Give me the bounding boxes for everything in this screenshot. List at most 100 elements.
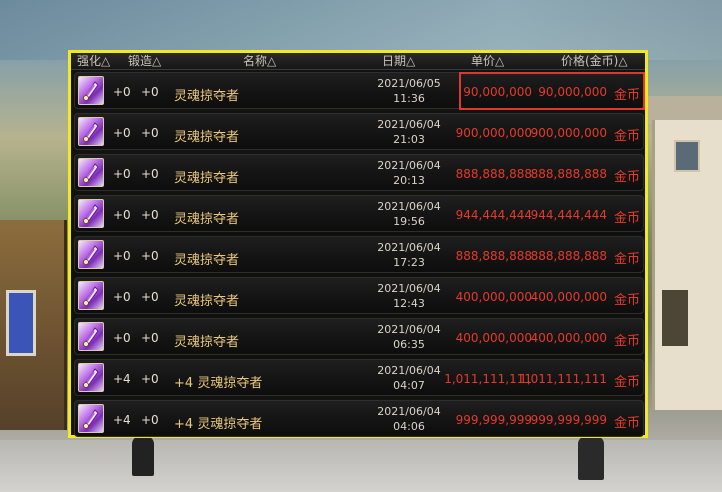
soul-crystal-icon[interactable] [78, 363, 104, 392]
forge-level: +0 [141, 208, 159, 222]
total-price: 400,000,000 [530, 331, 607, 345]
unit-price: 944,444,444 [455, 208, 532, 222]
enhance-level: +0 [113, 290, 131, 304]
trade-time: 04:06 [393, 420, 425, 433]
trade-datetime: 2021/06/04 17:23 [363, 240, 455, 270]
trade-row[interactable]: +4 +0 +4 灵魂掠夺者 2021/06/04 04:06 999,999,999 99… [74, 400, 644, 437]
trade-time: 17:23 [393, 256, 425, 269]
trade-row[interactable]: +0 +0 灵魂掠夺者 2021/06/04 06:35 400,000,000 400,0… [74, 318, 644, 355]
soul-crystal-icon[interactable] [78, 158, 104, 187]
trade-date: 2021/06/04 [377, 200, 441, 213]
trade-time: 06:35 [393, 338, 425, 351]
trade-date: 2021/06/04 [377, 405, 441, 418]
item-name-text: 灵魂掠夺者 [174, 335, 240, 350]
enhance-level: +0 [113, 331, 131, 345]
item-name-text: 灵魂掠夺者 [174, 294, 240, 309]
trade-row[interactable]: +0 +0 灵魂掠夺者 2021/06/04 21:03 900,000,000 900,0… [74, 113, 644, 150]
item-name: 灵魂掠夺者 [174, 290, 239, 309]
trade-time: 12:43 [393, 297, 425, 310]
item-name: 灵魂掠夺者 [174, 249, 239, 268]
trade-row[interactable]: +0 +0 灵魂掠夺者 2021/06/04 17:23 888,888,888 888,8… [74, 236, 644, 273]
item-name-text: 灵魂掠夺者 [174, 89, 240, 104]
trade-datetime: 2021/06/04 21:03 [363, 117, 455, 147]
trade-datetime: 2021/06/05 11:36 [363, 76, 455, 106]
total-price: 400,000,000 [530, 290, 607, 304]
enhance-level: +0 [113, 85, 131, 99]
sort-unit-price-button[interactable]: 单价△ [471, 53, 504, 69]
trade-datetime: 2021/06/04 19:56 [363, 199, 455, 229]
soul-crystal-icon[interactable] [78, 404, 104, 433]
total-price: 888,888,888 [530, 249, 607, 263]
total-price: 999,999,999 [530, 413, 607, 427]
currency-label: 金币 [613, 211, 640, 226]
enhance-level: +4 [113, 413, 131, 427]
trade-date: 2021/06/04 [377, 364, 441, 377]
item-name-text: 灵魂掠夺者 [174, 253, 240, 268]
trade-date: 2021/06/04 [377, 241, 441, 254]
currency-label: 金币 [613, 170, 640, 185]
trade-date: 2021/06/05 [377, 77, 441, 90]
trade-date: 2021/06/04 [377, 282, 441, 295]
total-price: 900,000,000 [530, 126, 607, 140]
trade-date: 2021/06/04 [377, 118, 441, 131]
sort-enhance-button[interactable]: 强化△ [77, 53, 110, 69]
soul-crystal-icon[interactable] [78, 199, 104, 228]
trade-history-panel: 强化△ 锻造△ 名称△ 日期△ 单价△ 价格(金币)△ +0 +0 灵魂掠夺者 202… [68, 50, 648, 438]
trade-time: 04:07 [393, 379, 425, 392]
sort-name-button[interactable]: 名称△ [243, 53, 276, 69]
soul-crystal-icon[interactable] [78, 322, 104, 351]
table-header: 强化△ 锻造△ 名称△ 日期△ 单价△ 价格(金币)△ [71, 53, 645, 70]
enhance-level: +0 [113, 167, 131, 181]
total-price: 888,888,888 [530, 167, 607, 181]
forge-level: +0 [141, 331, 159, 345]
item-name: +4 灵魂掠夺者 [174, 413, 262, 432]
trade-datetime: 2021/06/04 20:13 [363, 158, 455, 188]
item-name-text: 灵魂掠夺者 [174, 130, 240, 145]
item-name: 灵魂掠夺者 [174, 126, 239, 145]
item-name-prefix: +4 [174, 417, 194, 432]
trade-row[interactable]: +0 +0 灵魂掠夺者 2021/06/04 19:56 944,444,444 944,4… [74, 195, 644, 232]
background-right-window [674, 140, 700, 172]
trade-row[interactable]: +0 +0 灵魂掠夺者 2021/06/05 11:36 90,000,000 90,000… [74, 72, 644, 109]
unit-price: 400,000,000 [455, 331, 532, 345]
item-name-prefix: +4 [174, 376, 194, 391]
enhance-level: +4 [113, 372, 131, 386]
item-name: 灵魂掠夺者 [174, 331, 239, 350]
trade-datetime: 2021/06/04 04:06 [363, 404, 455, 434]
unit-price: 888,888,888 [455, 167, 532, 181]
background-right-door [662, 290, 688, 346]
background-ground [0, 440, 722, 492]
soul-crystal-icon[interactable] [78, 76, 104, 105]
trade-time: 11:36 [393, 92, 425, 105]
item-name-text: 灵魂掠夺者 [174, 171, 240, 186]
sort-date-button[interactable]: 日期△ [382, 53, 415, 69]
sort-price-button[interactable]: 价格(金币)△ [561, 53, 628, 69]
currency-label: 金币 [613, 293, 640, 308]
forge-level: +0 [141, 126, 159, 140]
soul-crystal-icon[interactable] [78, 117, 104, 146]
unit-price: 90,000,000 [463, 85, 532, 99]
background-left-window [6, 290, 36, 356]
unit-price: 888,888,888 [455, 249, 532, 263]
forge-level: +0 [141, 167, 159, 181]
item-name: 灵魂掠夺者 [174, 208, 239, 227]
trade-datetime: 2021/06/04 04:07 [363, 363, 455, 393]
soul-crystal-icon[interactable] [78, 240, 104, 269]
currency-label: 金币 [613, 416, 640, 431]
currency-label: 金币 [613, 88, 640, 103]
trade-date: 2021/06/04 [377, 159, 441, 172]
trade-row[interactable]: +4 +0 +4 灵魂掠夺者 2021/06/04 04:07 1,011,111,111… [74, 359, 644, 396]
currency-label: 金币 [613, 375, 640, 390]
trade-time: 19:56 [393, 215, 425, 228]
total-price: 944,444,444 [530, 208, 607, 222]
trade-row[interactable]: +0 +0 灵魂掠夺者 2021/06/04 20:13 888,888,888 888,8… [74, 154, 644, 191]
trade-date: 2021/06/04 [377, 323, 441, 336]
enhance-level: +0 [113, 208, 131, 222]
trade-time: 21:03 [393, 133, 425, 146]
unit-price: 999,999,999 [455, 413, 532, 427]
soul-crystal-icon[interactable] [78, 281, 104, 310]
item-name-text: 灵魂掠夺者 [197, 417, 263, 432]
sort-forge-button[interactable]: 锻造△ [128, 53, 161, 69]
item-name: +4 灵魂掠夺者 [174, 372, 262, 391]
trade-row[interactable]: +0 +0 灵魂掠夺者 2021/06/04 12:43 400,000,000 400,0… [74, 277, 644, 314]
